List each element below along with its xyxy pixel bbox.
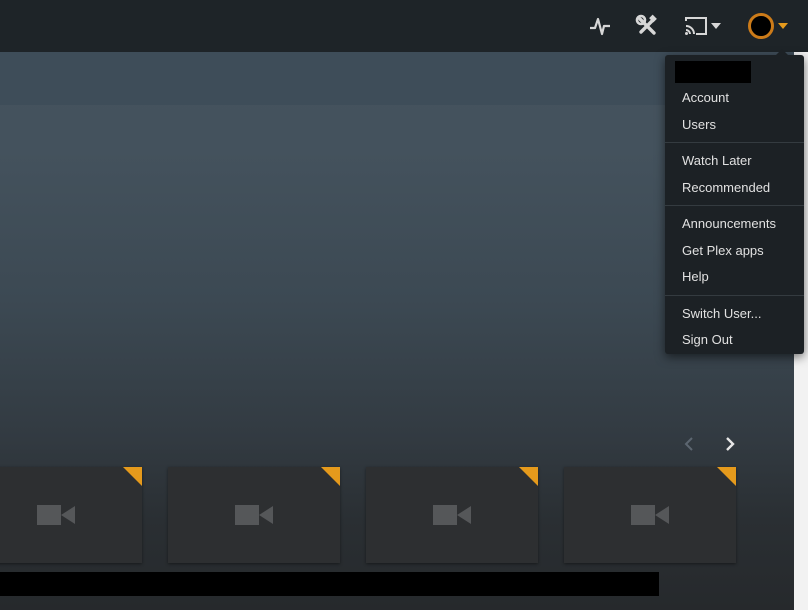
redacted-username — [675, 61, 751, 83]
video-camera-icon — [37, 505, 75, 525]
app-window: Account Users Watch Later Recommended An… — [0, 0, 808, 610]
media-card[interactable] — [564, 467, 736, 563]
menu-item-switch-user[interactable]: Switch User... — [665, 301, 804, 328]
menu-item-sign-out[interactable]: Sign Out — [665, 327, 804, 354]
cast-button[interactable] — [680, 10, 724, 42]
unwatched-indicator — [321, 467, 340, 486]
video-camera-icon — [433, 505, 471, 525]
redacted-title — [0, 572, 659, 596]
settings-icon — [635, 14, 657, 35]
menu-divider — [665, 142, 804, 143]
chevron-right-icon — [726, 437, 735, 451]
caret-down-icon — [711, 23, 721, 29]
menu-item-get-plex-apps[interactable]: Get Plex apps — [665, 238, 804, 265]
settings-button[interactable] — [630, 10, 664, 42]
menu-item-users[interactable]: Users — [665, 112, 804, 139]
media-card[interactable] — [0, 467, 142, 563]
carousel-prev-button[interactable] — [677, 432, 701, 456]
menu-item-announcements[interactable]: Announcements — [665, 211, 804, 238]
menu-divider — [665, 294, 804, 296]
menu-item-watch-later[interactable]: Watch Later — [665, 148, 804, 175]
carousel-next-button[interactable] — [718, 432, 742, 456]
user-menu-button[interactable] — [742, 10, 794, 42]
menu-item-recommended[interactable]: Recommended — [665, 175, 804, 202]
user-dropdown-menu: Account Users Watch Later Recommended An… — [665, 49, 804, 354]
video-camera-icon — [235, 505, 273, 525]
menu-divider — [665, 205, 804, 206]
unwatched-indicator — [519, 467, 538, 486]
unwatched-indicator — [123, 467, 142, 486]
media-card[interactable] — [168, 467, 340, 563]
cast-icon — [685, 17, 707, 35]
avatar-image — [754, 19, 768, 33]
menu-item-help[interactable]: Help — [665, 264, 804, 291]
menu-item-account[interactable]: Account — [665, 85, 804, 112]
video-camera-icon — [631, 505, 669, 525]
caret-down-icon — [778, 23, 788, 29]
avatar — [748, 13, 774, 39]
activity-button[interactable] — [584, 10, 616, 42]
activity-icon — [590, 17, 610, 36]
media-card[interactable] — [366, 467, 538, 563]
chevron-left-icon — [684, 437, 693, 451]
top-nav-bar — [0, 0, 808, 52]
unwatched-indicator — [717, 467, 736, 486]
